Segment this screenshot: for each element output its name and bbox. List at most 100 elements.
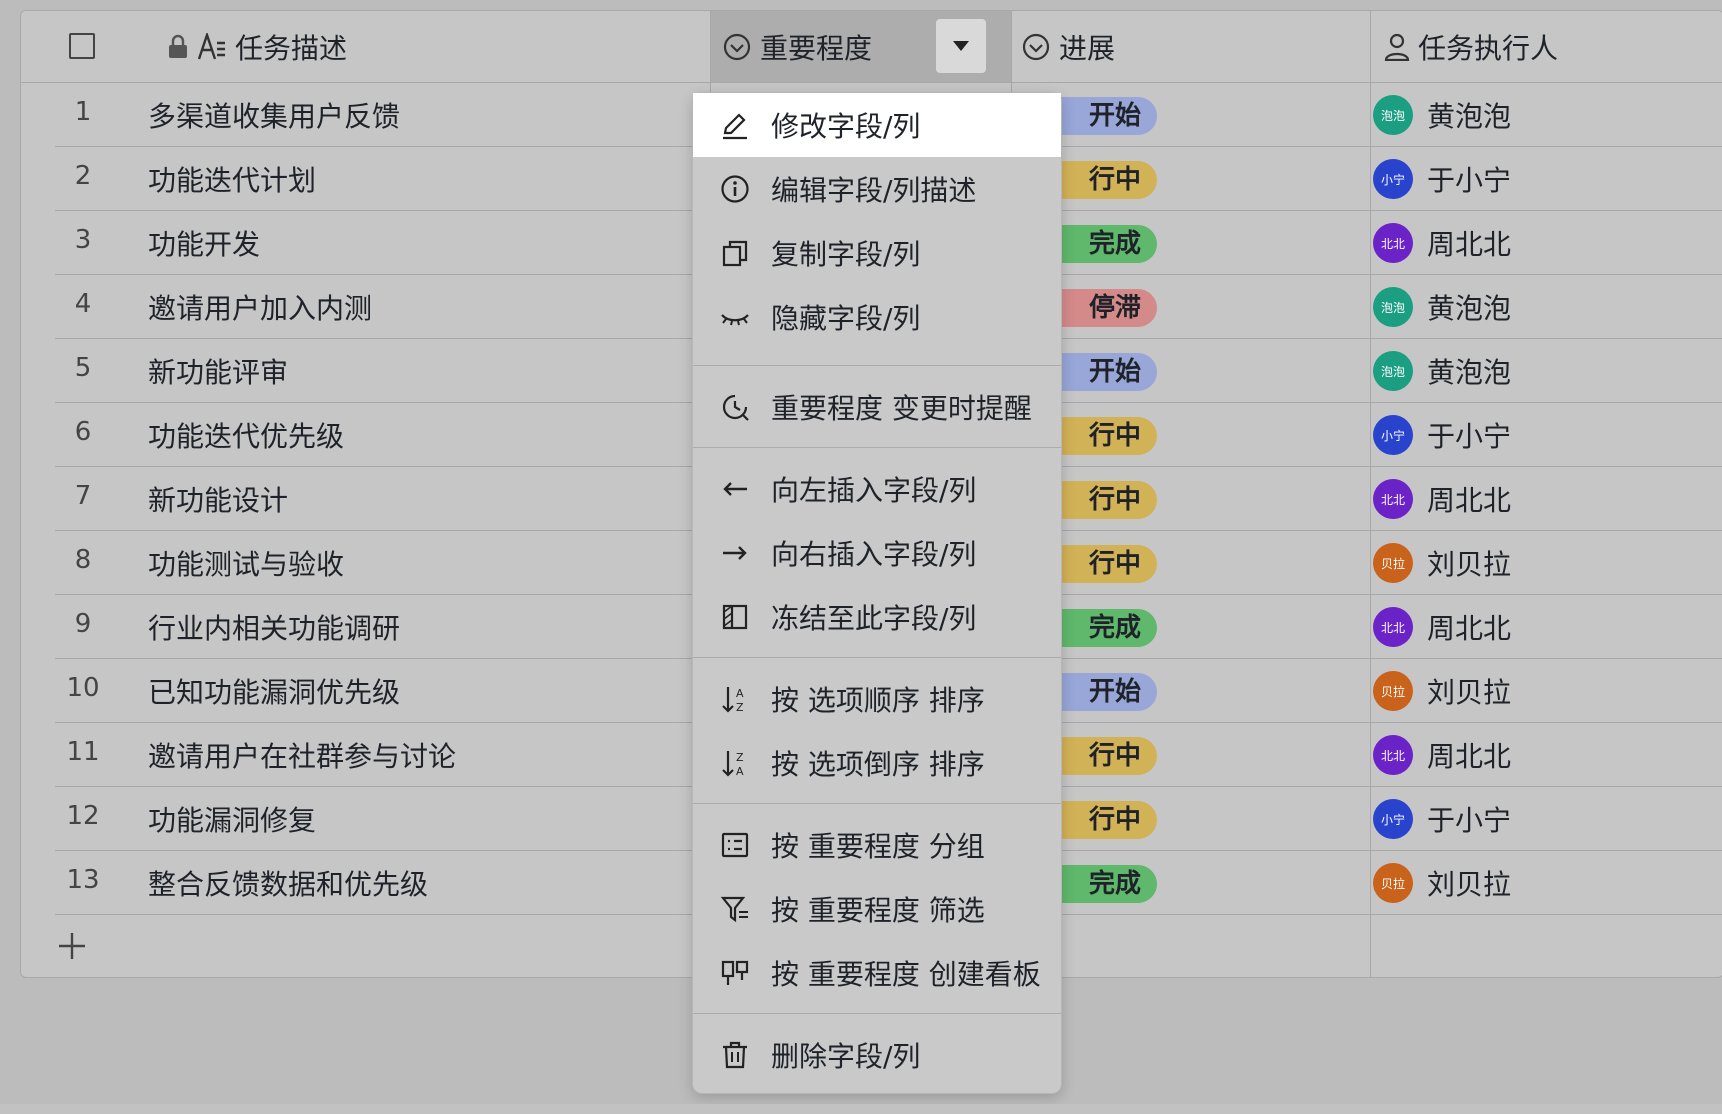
task-description[interactable]: 新功能设计 [148, 479, 288, 519]
table-header: 任务描述 重要程度 进展 任务执行人 [21, 11, 1722, 83]
assignee-cell[interactable]: 泡泡 黄泡泡 [1373, 351, 1511, 391]
task-description[interactable]: 多渠道收集用户反馈 [148, 95, 400, 135]
menu-item-filter-by[interactable]: 按 重要程度 筛选 [693, 877, 1061, 941]
info-icon [719, 173, 751, 205]
row-number: 7 [74, 481, 92, 511]
task-description[interactable]: 功能漏洞修复 [148, 799, 316, 839]
assignee-cell[interactable]: 贝拉 刘贝拉 [1373, 543, 1511, 583]
avatar: 贝拉 [1373, 671, 1413, 711]
assignee-cell[interactable]: 贝拉 刘贝拉 [1373, 671, 1511, 711]
avatar: 北北 [1373, 607, 1413, 647]
menu-item-edit-description[interactable]: 编辑字段/列描述 [693, 157, 1061, 221]
menu-divider [693, 803, 1061, 804]
column-title-progress: 进展 [1059, 31, 1116, 65]
svg-text:Z: Z [736, 751, 744, 764]
task-description[interactable]: 邀请用户加入内测 [148, 287, 372, 327]
row-number: 3 [74, 225, 92, 255]
filter-icon [719, 893, 751, 925]
assignee-cell[interactable]: 北北 周北北 [1373, 607, 1511, 647]
task-description[interactable]: 功能迭代优先级 [148, 415, 344, 455]
avatar: 北北 [1373, 735, 1413, 775]
select-all-checkbox[interactable] [69, 33, 95, 59]
freeze-column-icon [719, 601, 751, 633]
row-number: 11 [66, 737, 100, 767]
single-select-icon [722, 32, 752, 62]
menu-item-insert-left[interactable]: 向左插入字段/列 [693, 457, 1061, 521]
assignee-name: 周北北 [1427, 228, 1512, 261]
footer-area [0, 1104, 1722, 1114]
assignee-cell[interactable]: 北北 周北北 [1373, 479, 1511, 519]
assignee-name: 刘贝拉 [1427, 676, 1512, 709]
column-header-progress[interactable]: 进展 [1011, 11, 1370, 82]
menu-item-sort-descending[interactable]: ZA 按 选项倒序 排序 [693, 731, 1061, 795]
task-description[interactable]: 功能开发 [148, 223, 260, 263]
trash-icon [719, 1039, 751, 1071]
assignee-cell[interactable]: 小宁 于小宁 [1373, 415, 1511, 455]
column-header-assignee[interactable]: 任务执行人 [1370, 11, 1722, 82]
svg-text:Z: Z [736, 701, 744, 714]
column-title-assignee: 任务执行人 [1418, 31, 1559, 65]
assignee-name: 于小宁 [1427, 164, 1512, 197]
assignee-name: 黄泡泡 [1427, 292, 1512, 325]
task-description[interactable]: 新功能评审 [148, 351, 288, 391]
row-number: 5 [74, 353, 92, 383]
arrow-right-icon [719, 537, 751, 569]
assignee-name: 周北北 [1427, 740, 1512, 773]
lock-icon [167, 34, 189, 60]
assignee-cell[interactable]: 北北 周北北 [1373, 223, 1511, 263]
menu-item-notify-on-change[interactable]: 重要程度 变更时提醒 [693, 375, 1061, 439]
menu-divider [693, 657, 1061, 658]
pencil-icon [719, 109, 751, 141]
row-number: 2 [74, 161, 92, 191]
person-icon [1384, 33, 1410, 61]
row-number: 12 [66, 801, 100, 831]
task-description[interactable]: 功能迭代计划 [148, 159, 316, 199]
menu-item-edit-field[interactable]: 修改字段/列 [693, 93, 1061, 157]
assignee-name: 黄泡泡 [1427, 356, 1512, 389]
caret-down-icon [952, 37, 970, 56]
assignee-cell[interactable]: 贝拉 刘贝拉 [1373, 863, 1511, 903]
menu-item-create-kanban[interactable]: 按 重要程度 创建看板 [693, 941, 1061, 1005]
assignee-name: 周北北 [1427, 484, 1512, 517]
column-header-description[interactable]: 任务描述 [145, 11, 710, 82]
column-title-description: 任务描述 [235, 31, 348, 65]
column-menu-button[interactable] [936, 19, 986, 73]
assignee-cell[interactable]: 泡泡 黄泡泡 [1373, 95, 1511, 135]
sort-descending-icon: ZA [719, 747, 751, 779]
add-row-button[interactable] [57, 931, 87, 961]
avatar: 泡泡 [1373, 95, 1413, 135]
column-title-importance: 重要程度 [760, 31, 873, 65]
assignee-name: 于小宁 [1427, 420, 1512, 453]
menu-item-insert-right[interactable]: 向右插入字段/列 [693, 521, 1061, 585]
avatar: 小宁 [1373, 159, 1413, 199]
assignee-cell[interactable]: 小宁 于小宁 [1373, 159, 1511, 199]
plus-icon [57, 933, 87, 965]
avatar: 泡泡 [1373, 351, 1413, 391]
task-description[interactable]: 功能测试与验收 [148, 543, 344, 583]
task-description[interactable]: 邀请用户在社群参与讨论 [148, 735, 456, 775]
task-description[interactable]: 已知功能漏洞优先级 [148, 671, 400, 711]
menu-item-group-by[interactable]: 按 重要程度 分组 [693, 813, 1061, 877]
task-description[interactable]: 行业内相关功能调研 [148, 607, 400, 647]
menu-divider [693, 1013, 1061, 1014]
menu-item-sort-ascending[interactable]: AZ 按 选项顺序 排序 [693, 667, 1061, 731]
assignee-cell[interactable]: 北北 周北北 [1373, 735, 1511, 775]
row-number: 6 [74, 417, 92, 447]
task-description[interactable]: 整合反馈数据和优先级 [148, 863, 428, 903]
assignee-cell[interactable]: 小宁 于小宁 [1373, 799, 1511, 839]
assignee-cell[interactable]: 泡泡 黄泡泡 [1373, 287, 1511, 327]
menu-item-duplicate-field[interactable]: 复制字段/列 [693, 221, 1061, 285]
avatar: 泡泡 [1373, 287, 1413, 327]
menu-item-delete-field[interactable]: 删除字段/列 [693, 1023, 1061, 1087]
menu-divider [693, 365, 1061, 366]
menu-item-freeze-to-here[interactable]: 冻结至此字段/列 [693, 585, 1061, 649]
row-number: 10 [66, 673, 100, 703]
sort-ascending-icon: AZ [719, 683, 751, 715]
kanban-icon [719, 957, 751, 989]
eye-closed-icon [719, 301, 751, 333]
menu-item-hide-field[interactable]: 隐藏字段/列 [693, 285, 1061, 349]
avatar: 北北 [1373, 479, 1413, 519]
avatar: 贝拉 [1373, 543, 1413, 583]
assignee-name: 于小宁 [1427, 804, 1512, 837]
clock-alert-icon [719, 391, 751, 423]
